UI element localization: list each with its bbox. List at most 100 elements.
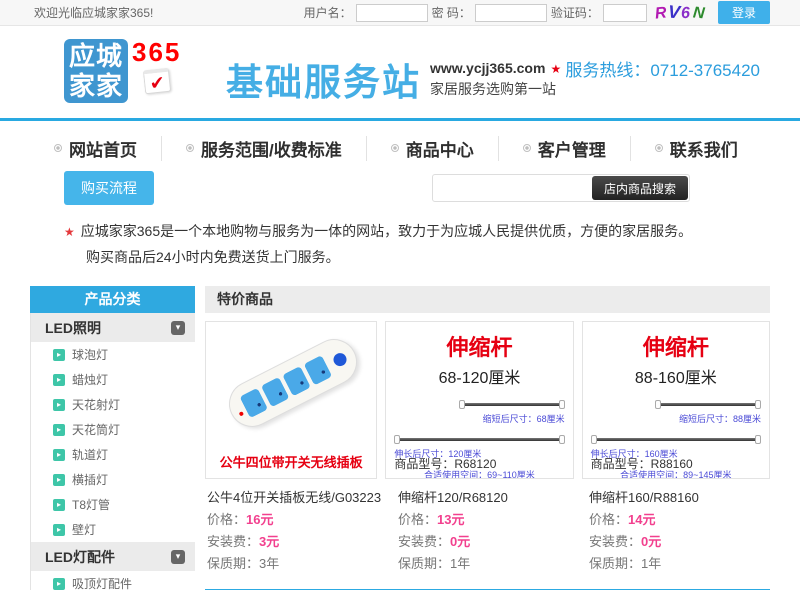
price-value: 13元 [437,512,464,527]
nav-item-services[interactable]: 服务范围/收费标准 [162,136,367,161]
search-box: 店内商品搜索 [432,174,690,202]
hotline-label: 服务热线： [565,61,650,80]
warranty-value: 1年 [450,556,470,571]
nav-item-home[interactable]: 网站首页 [30,136,162,161]
main-nav: 网站首页 服务范围/收费标准 商品中心 客户管理 联系我们 [30,131,770,165]
password-input[interactable] [475,4,547,22]
login-button[interactable]: 登录 [718,1,770,24]
warranty-label: 保质期： [398,556,450,571]
nav-item-contact[interactable]: 联系我们 [631,136,762,161]
warranty-value: 1年 [641,556,661,571]
nav-item-customers[interactable]: 客户管理 [499,136,631,161]
arrow-icon: ▸ [53,424,65,436]
sidebar-item-tianhuatongdeng[interactable]: ▸天花筒灯 [31,417,195,442]
sidebar-item-lazhudeng[interactable]: ▸蜡烛灯 [31,367,195,392]
arrow-icon: ▸ [53,524,65,536]
arrow-icon: ▸ [53,349,65,361]
product-info: 伸缩杆120/R68120 价格：13元 安装费：0元 保质期：1年 [396,487,579,575]
site-header: 应城 家家 365 ✔ 基础服务站 www.ycjj365.com★ 家居服务选… [0,26,800,121]
top-bar: 欢迎光临应城家家365! 用户名： 密 码： 验证码： R V 6 N 登录 [0,0,800,26]
calendar-check-icon: ✔ [143,68,171,95]
intro-line1: 应城家家365是一个本地购物与服务为一体的网站，致力于为应城人民提供优质，方便的… [81,223,692,239]
install-label: 安装费： [207,534,259,549]
rod-range: 68-120厘米 [394,364,564,388]
product-category-sidebar: 产品分类 LED照明 ▾ ▸球泡灯 ▸蜡烛灯 ▸天花射灯 ▸天花筒灯 ▸轨道灯 … [30,286,195,590]
rod-title: 伸缩杆 [394,330,564,362]
main-content: 特价商品 公牛四位带开关无线插板 伸缩杆 [205,286,770,590]
intro-line2: 购买商品后24小时内免费送货上门服务。 [86,245,770,270]
logo-text-line1: 应城 [64,41,128,71]
captcha-image[interactable]: R V 6 N [651,2,710,23]
price-value: 14元 [628,512,655,527]
sidebar-group-led-accessories[interactable]: LED灯配件 ▾ [31,542,195,571]
rod-model: 商品型号：R68120 [394,455,496,472]
captcha-input[interactable] [603,4,647,22]
site-logo[interactable]: 应城 家家 365 ✔ [64,39,181,103]
chevron-down-icon: ▾ [171,321,185,335]
product-image-caption: 公牛四位带开关无线插板 [206,452,376,471]
product-name[interactable]: 伸缩杆160/R88160 [589,487,770,509]
rod-title: 伸缩杆 [591,330,761,362]
rod-range: 88-160厘米 [591,364,761,388]
arrow-icon: ▸ [53,449,65,461]
star-icon: ★ [64,225,75,239]
captcha-char: N [693,4,707,23]
sidebar-item-bideng[interactable]: ▸壁灯 [31,517,195,542]
rod-image-short [655,400,761,409]
rod-image-long [591,435,761,444]
rod-image-short [459,400,565,409]
arrow-icon: ▸ [53,578,65,590]
captcha-char: V [667,2,681,24]
sidebar-item-xidingdeng-peijian[interactable]: ▸吸顶灯配件 [31,571,195,590]
product-name[interactable]: 公牛4位开关插板无线/G03223 [207,487,388,509]
product-card-powerstrip[interactable]: 公牛四位带开关无线插板 [205,321,377,479]
powerstrip-image [206,322,376,434]
pin-icon [655,144,663,152]
product-info: 公牛4位开关插板无线/G03223 价格：16元 安装费：3元 保质期：3年 [205,487,388,575]
sidebar-item-tianhuashedeng[interactable]: ▸天花射灯 [31,392,195,417]
login-area: 用户名： 密 码： 验证码： R V 6 N 登录 [304,1,770,24]
product-card-rod-120[interactable]: 伸缩杆 68-120厘米 缩短后尺寸：68厘米 伸长后尺寸：120厘米 合适使用… [385,321,573,479]
sidebar-group-led-lighting[interactable]: LED照明 ▾ [31,313,195,342]
username-label: 用户名： [304,4,352,21]
arrow-icon: ▸ [53,499,65,511]
search-button[interactable]: 店内商品搜索 [592,176,688,200]
arrow-icon: ▸ [53,374,65,386]
install-value: 0元 [450,534,470,549]
warranty-value: 3年 [259,556,279,571]
site-title: 基础服务站 [226,52,421,106]
arrow-icon: ▸ [53,474,65,486]
site-url: www.ycjj365.com [430,60,545,76]
nav-item-products[interactable]: 商品中心 [367,136,499,161]
product-name[interactable]: 伸缩杆120/R68120 [398,487,579,509]
pin-icon [523,144,531,152]
warranty-label: 保质期： [589,556,641,571]
indicator-dot [239,411,244,416]
product-card-rod-160[interactable]: 伸缩杆 88-160厘米 缩短后尺寸：88厘米 伸长后尺寸：160厘米 合适使用… [582,321,770,479]
sidebar-item-qiupaodeng[interactable]: ▸球泡灯 [31,342,195,367]
price-label: 价格： [207,512,246,527]
rod-short-label: 缩短后尺寸：68厘米 [394,412,564,425]
special-offers-header: 特价商品 [205,286,770,313]
sidebar-item-guidaodeng[interactable]: ▸轨道灯 [31,442,195,467]
buy-process-button[interactable]: 购买流程 [64,171,154,205]
hotline-number: 0712-3765420 [650,61,760,80]
site-slogan: 家居服务选购第一站 [430,79,561,99]
logo-text-line2: 家家 [64,71,128,101]
sidebar-item-t8dengguan[interactable]: ▸T8灯管 [31,492,195,517]
site-subtitle-block: www.ycjj365.com★ 家居服务选购第一站 [430,60,561,99]
warranty-label: 保质期： [207,556,259,571]
pin-icon [186,144,194,152]
price-value: 16元 [246,512,273,527]
hotline: 服务热线：0712-3765420 [565,56,760,81]
rod-short-label: 缩短后尺寸：88厘米 [591,412,761,425]
install-value: 0元 [641,534,661,549]
pin-icon [54,144,62,152]
install-label: 安装费： [398,534,450,549]
sidebar-item-hengchadeng[interactable]: ▸横插灯 [31,467,195,492]
username-input[interactable] [356,4,428,22]
rod-model: 商品型号：R88160 [591,455,693,472]
sidebar-title: 产品分类 [30,286,195,313]
switch-button-icon [331,350,348,367]
product-info: 伸缩杆160/R88160 价格：14元 安装费：0元 保质期：1年 [587,487,770,575]
